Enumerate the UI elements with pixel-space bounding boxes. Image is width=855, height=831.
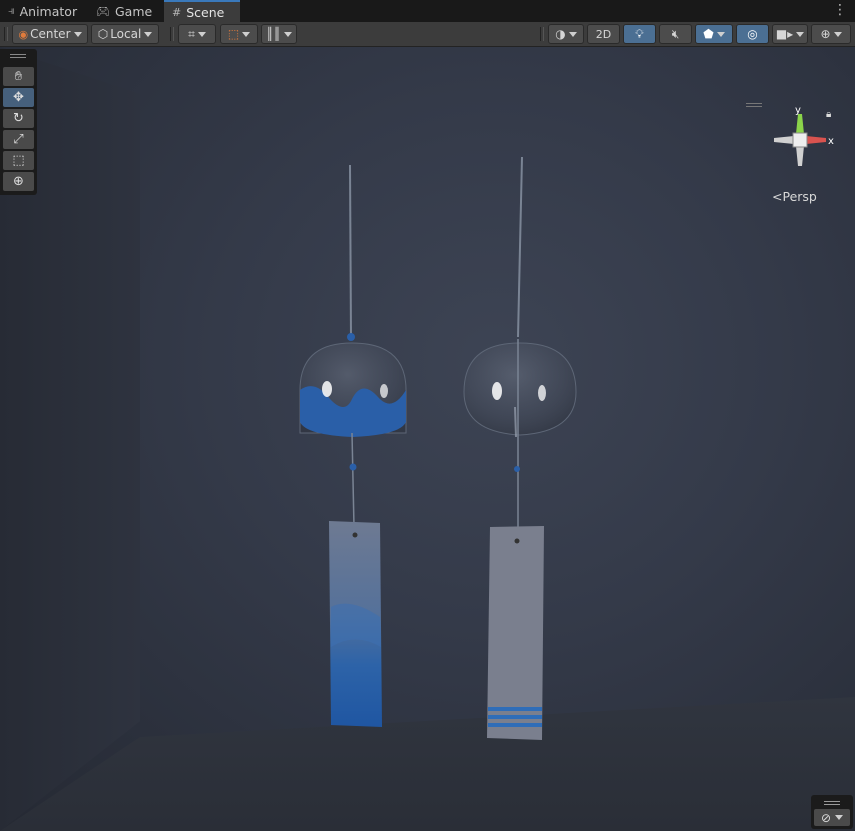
effects-dropdown[interactable]: ⬟ <box>695 24 733 44</box>
neg-y-axis-cone <box>796 146 804 166</box>
transform-tools-overlay: ✋︎ ✥ ↻ ⤢ ⬚ ⊕ <box>0 49 37 195</box>
chevron-down-icon <box>835 815 844 820</box>
increment-snap-icon: ⬚ <box>227 27 240 41</box>
lock-icon[interactable]: 🔒︎ <box>826 109 831 120</box>
camera-dropdown[interactable]: ■▸ <box>772 24 808 44</box>
grid-snap-icon: ⌗ <box>188 26 195 41</box>
cube-icon: ⬡ <box>97 27 109 41</box>
chevron-down-icon <box>796 31 805 37</box>
rect-transform-icon: ⬚ <box>12 153 25 168</box>
rotate-tool-button[interactable]: ↻ <box>3 109 34 128</box>
tab-scene[interactable]: # Scene <box>164 0 240 22</box>
perspective-icon: < <box>772 189 783 204</box>
overlay-drag-handle[interactable] <box>10 54 26 55</box>
orientation-dropdown[interactable]: ⊘ <box>814 809 850 826</box>
wind-chime-clear[interactable] <box>463 156 577 740</box>
2d-label: 2D <box>595 27 612 41</box>
toggle-2d-button[interactable]: 2D <box>587 24 620 44</box>
projection-toggle[interactable]: <Persp <box>772 189 817 204</box>
x-axis-cone <box>806 136 826 144</box>
lightbulb-icon: 💡︎ <box>635 26 644 41</box>
neg-x-axis-cone <box>774 136 794 144</box>
transform-tool-button[interactable]: ⊕ <box>3 172 34 191</box>
pivot-icon: ◉ <box>18 27 29 41</box>
rect-tool-button[interactable]: ⬚ <box>3 151 34 170</box>
scene-viewport[interactable]: y x 🔒︎ <Persp <box>0 47 855 831</box>
wind-chime-blue[interactable] <box>299 164 407 727</box>
audio-toggle-button[interactable]: 🔇︎ <box>659 24 692 44</box>
speaker-muted-icon: 🔇︎ <box>671 26 680 41</box>
transform-icon: ⊕ <box>13 174 24 189</box>
eye-slash-icon: ◎ <box>747 27 758 41</box>
chevron-down-icon <box>197 31 206 37</box>
gizmo-center-cube <box>792 132 808 148</box>
pivot-label: Center <box>30 27 71 41</box>
layers-icon: ⬟ <box>703 27 714 41</box>
toolbar-grip <box>540 27 544 41</box>
lighting-toggle-button[interactable]: 💡︎ <box>623 24 656 44</box>
space-local-dropdown[interactable]: ⬡ Local <box>91 24 159 44</box>
hand-tool-button[interactable]: ✋︎ <box>3 67 34 86</box>
gizmo-drag-handle[interactable] <box>746 103 762 104</box>
chevron-down-icon <box>833 31 842 37</box>
camera-icon: ■▸ <box>775 27 794 41</box>
scene-visibility-toggle[interactable]: ◎ <box>736 24 769 44</box>
view-options-overlay: ⊘ <box>811 795 853 829</box>
grid-visibility-dropdown[interactable]: ║║ <box>261 24 297 44</box>
tab-label: Game <box>114 3 153 19</box>
chevron-down-icon <box>73 31 82 37</box>
increment-snap-dropdown[interactable]: ⬚ <box>220 24 258 44</box>
move-tool-button[interactable]: ✥ <box>3 88 34 107</box>
tab-animator[interactable]: ⫣ Animator <box>0 0 82 22</box>
draw-mode-dropdown[interactable]: ◑ <box>548 24 584 44</box>
toolbar-grip <box>4 27 8 41</box>
x-axis-label: x <box>828 136 834 147</box>
scale-icon: ⤢ <box>13 132 24 147</box>
rotate-icon: ↻ <box>13 111 24 126</box>
y-axis-cone <box>796 114 804 134</box>
hash-icon: # <box>172 5 182 19</box>
gizmo-globe-icon: ⊕ <box>820 27 831 41</box>
scene-toolbar: ◉ Center ⬡ Local ⌗ ⬚ ║║ ◑ 2D 💡︎ 🔇︎ ⬟ ◎ ■… <box>0 22 855 47</box>
scale-tool-button[interactable]: ⤢ <box>3 130 34 149</box>
overlay-drag-handle[interactable] <box>824 801 840 802</box>
move-arrows-icon: ✥ <box>13 90 24 105</box>
projection-label: Persp <box>782 189 817 204</box>
y-axis-label: y <box>795 105 801 116</box>
shading-sphere-icon: ◑ <box>555 27 566 41</box>
gamepad-icon: 🎮︎ <box>96 4 110 18</box>
tab-label: Scene <box>186 4 225 20</box>
tab-game[interactable]: 🎮︎ Game <box>88 0 158 22</box>
grid-snap-dropdown[interactable]: ⌗ <box>178 24 216 44</box>
tab-label: Animator <box>19 3 78 19</box>
chevron-down-icon <box>568 31 577 37</box>
pivot-center-dropdown[interactable]: ◉ Center <box>12 24 88 44</box>
space-label: Local <box>110 27 142 41</box>
grid-lines-icon: ║║ <box>266 27 281 41</box>
animator-icon: ⫣ <box>8 4 15 17</box>
window-tab-bar: ⫣ Animator 🎮︎ Game # Scene ⋮ <box>0 0 855 23</box>
chevron-down-icon <box>144 31 153 37</box>
chevron-down-icon <box>716 31 725 37</box>
more-options-icon[interactable]: ⋮ <box>833 2 847 18</box>
scene-objects <box>299 156 577 740</box>
chevron-down-icon <box>283 31 292 37</box>
hand-icon: ✋︎ <box>14 69 23 84</box>
toolbar-grip <box>170 27 174 41</box>
gizmos-dropdown[interactable]: ⊕ <box>811 24 851 44</box>
chevron-down-icon <box>242 31 251 37</box>
compass-icon: ⊘ <box>820 810 832 825</box>
